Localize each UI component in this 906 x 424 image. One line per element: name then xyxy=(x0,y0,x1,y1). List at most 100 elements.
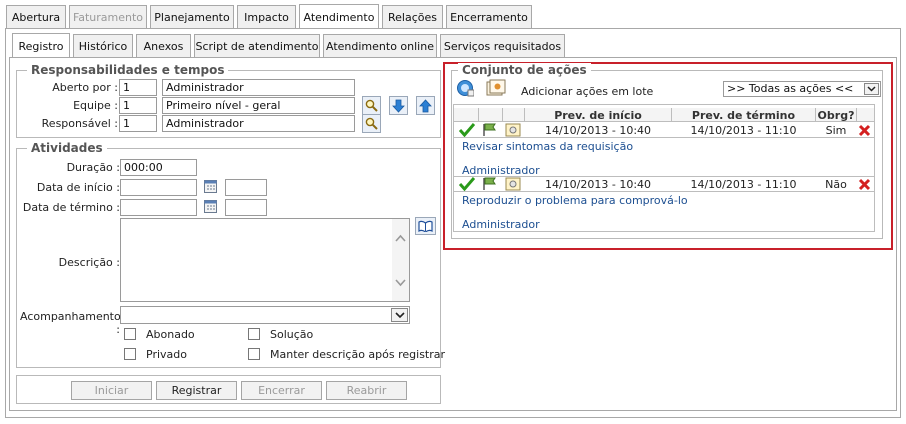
abonado-label: Abonado xyxy=(146,328,195,341)
solucao-checkbox[interactable] xyxy=(248,328,260,340)
row-obrg: Não xyxy=(825,178,847,191)
calendar-icon xyxy=(204,180,217,193)
acompanhamento-select[interactable] xyxy=(120,306,410,324)
batch-add-button[interactable] xyxy=(486,79,506,97)
tab-label: Script de atendimento xyxy=(195,39,319,53)
tab-label: Anexos xyxy=(143,39,184,53)
tab-label: Relações xyxy=(388,10,437,24)
delete-icon[interactable] xyxy=(858,124,871,137)
batch-add-label[interactable]: Adicionar ações em lote xyxy=(521,85,653,98)
equipe-search-button[interactable] xyxy=(362,96,381,115)
data-termino-label: Data de término : xyxy=(22,201,120,214)
filter-value: >> Todas as ações << xyxy=(727,82,854,95)
details-icon[interactable] xyxy=(505,177,521,191)
data-termino-field[interactable] xyxy=(120,199,197,216)
delete-icon[interactable] xyxy=(858,178,871,191)
duracao-label: Duração : xyxy=(66,161,120,174)
tab-atendimento[interactable]: Atendimento xyxy=(299,4,379,29)
chevron-down-icon xyxy=(867,86,876,92)
aberto-id-field[interactable]: 1 xyxy=(119,79,157,96)
registrar-button[interactable]: Registrar xyxy=(156,381,237,400)
details-icon[interactable] xyxy=(505,123,521,137)
arrow-down-icon xyxy=(392,99,405,113)
duracao-field[interactable]: 000:00 xyxy=(120,159,197,176)
move-up-button[interactable] xyxy=(416,96,435,115)
responsavel-name-field[interactable]: Administrador xyxy=(162,115,355,132)
row-user-link[interactable]: Administrador xyxy=(462,218,540,231)
row-description-link[interactable]: Revisar sintomas da requisição xyxy=(462,140,633,153)
data-inicio-label: Data de início : xyxy=(36,181,120,194)
book-icon xyxy=(418,220,433,232)
descricao-textarea[interactable] xyxy=(120,218,410,302)
encerrar-button[interactable]: Encerrar xyxy=(241,381,322,400)
tab-label: Serviços requisitados xyxy=(443,39,562,53)
calendar-inicio-button[interactable] xyxy=(204,179,217,193)
calendar-icon xyxy=(204,200,217,213)
tab-planejamento[interactable]: Planejamento xyxy=(150,5,234,28)
check-icon[interactable] xyxy=(459,177,475,191)
equipe-label: Equipe : xyxy=(73,99,118,112)
acoes-filter-select[interactable]: >> Todas as ações << xyxy=(723,81,881,97)
data-inicio-field[interactable] xyxy=(120,179,197,196)
chevron-up-icon[interactable] xyxy=(395,234,406,242)
magnifier-icon xyxy=(365,99,378,112)
hora-termino-field[interactable] xyxy=(225,199,267,216)
flag-icon[interactable] xyxy=(482,177,498,191)
row-prev-inicio: 14/10/2013 - 10:40 xyxy=(544,124,652,137)
textarea-scrollbar[interactable] xyxy=(392,219,409,301)
check-icon[interactable] xyxy=(459,123,475,137)
row-description-link[interactable]: Reproduzir o problema para comprová-lo xyxy=(462,194,688,207)
calendar-termino-button[interactable] xyxy=(204,199,217,213)
tab-label: Abertura xyxy=(11,10,61,24)
header-obrg: Obrg? xyxy=(817,109,855,122)
subtab-historico[interactable]: Histórico xyxy=(73,34,133,57)
reabrir-button[interactable]: Reabrir xyxy=(326,381,407,400)
flag-icon[interactable] xyxy=(482,123,498,137)
tab-label: Atendimento xyxy=(303,10,375,24)
privado-checkbox[interactable] xyxy=(124,348,136,360)
solucao-label: Solução xyxy=(270,328,314,341)
add-action-button[interactable] xyxy=(456,79,475,97)
header-prev-inicio: Prev. de início xyxy=(554,109,642,122)
tab-label: Registro xyxy=(18,39,64,53)
subtab-servicos[interactable]: Serviços requisitados xyxy=(440,34,565,57)
subtab-online[interactable]: Atendimento online xyxy=(323,34,437,57)
responsavel-id-field[interactable]: 1 xyxy=(119,115,157,132)
acompanhamento-label: Acompanhamento : xyxy=(20,310,121,336)
add-action-icon xyxy=(457,80,475,97)
batch-icon xyxy=(486,79,506,96)
manter-label: Manter descrição após registrar xyxy=(270,348,446,361)
iniciar-button[interactable]: Iniciar xyxy=(71,381,152,400)
book-button[interactable] xyxy=(415,217,436,235)
row-obrg: Sim xyxy=(825,124,847,137)
tab-abertura[interactable]: Abertura xyxy=(6,5,66,28)
tab-label: Impacto xyxy=(244,10,289,24)
manter-checkbox[interactable] xyxy=(248,348,260,360)
tab-impacto[interactable]: Impacto xyxy=(237,5,296,28)
row-prev-inicio: 14/10/2013 - 10:40 xyxy=(544,178,652,191)
descricao-label: Descrição : xyxy=(58,256,120,269)
subtab-script[interactable]: Script de atendimento xyxy=(194,34,320,57)
aberto-name-field[interactable]: Administrador xyxy=(162,79,355,96)
magnifier-icon xyxy=(365,117,378,130)
subtab-registro[interactable]: Registro xyxy=(12,33,70,58)
subtab-anexos[interactable]: Anexos xyxy=(136,34,191,57)
responsavel-label: Responsável : xyxy=(41,117,118,130)
aberto-label: Aberto por : xyxy=(52,81,118,94)
acoes-legend: Conjunto de ações xyxy=(458,63,591,77)
responsavel-search-button[interactable] xyxy=(362,114,381,133)
row-prev-termino: 14/10/2013 - 11:10 xyxy=(690,178,797,191)
privado-label: Privado xyxy=(146,348,187,361)
chevron-down-icon xyxy=(394,311,405,318)
tab-label: Faturamento xyxy=(72,10,144,24)
equipe-id-field[interactable]: 1 xyxy=(119,97,157,114)
atividades-legend: Atividades xyxy=(27,141,107,155)
header-prev-termino: Prev. de término xyxy=(691,109,796,122)
move-down-button[interactable] xyxy=(389,96,408,115)
hora-inicio-field[interactable] xyxy=(225,179,267,196)
chevron-down-icon[interactable] xyxy=(395,279,406,287)
tab-encerramento[interactable]: Encerramento xyxy=(446,5,532,28)
abonado-checkbox[interactable] xyxy=(124,328,136,340)
tab-relacoes[interactable]: Relações xyxy=(382,5,443,28)
equipe-name-field[interactable]: Primeiro nível - geral xyxy=(162,97,355,114)
